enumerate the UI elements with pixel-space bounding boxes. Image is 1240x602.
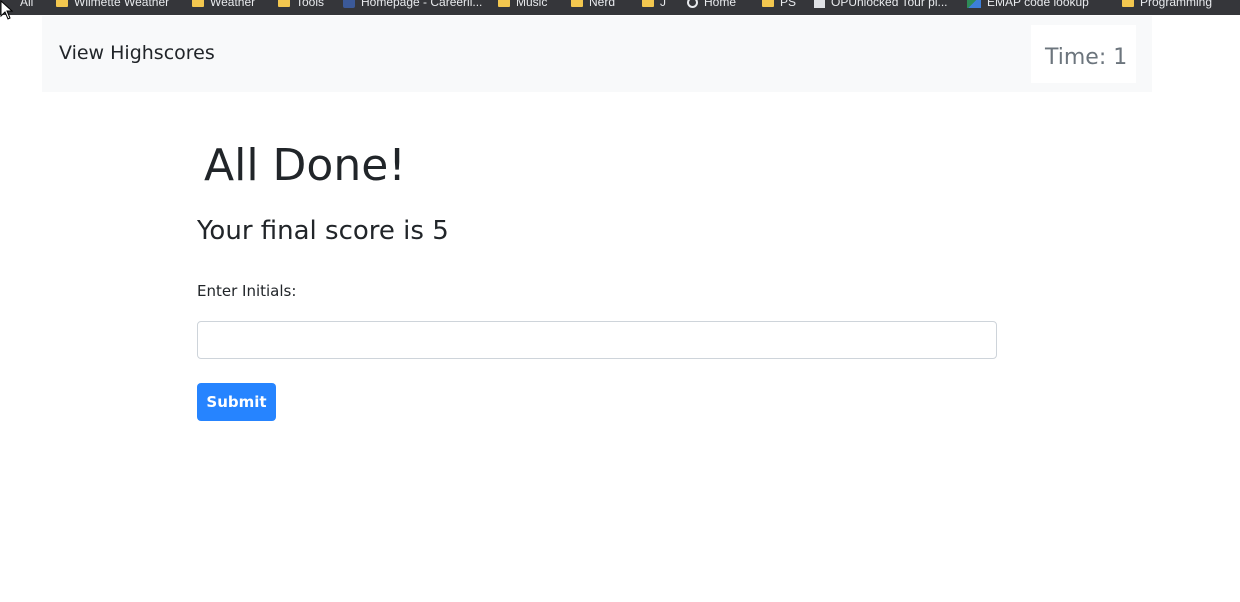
bookmark-label: EMAP code lookup — [987, 0, 1089, 9]
folder-icon — [762, 0, 774, 7]
navbar: View Highscores Time: 1 — [42, 16, 1152, 92]
bookmark-emap[interactable]: EMAP code lookup — [967, 0, 1089, 9]
bookmark-homepage[interactable]: Homepage - Careerli... — [343, 0, 482, 9]
folder-icon — [498, 0, 510, 7]
facebook-icon — [343, 0, 355, 8]
bookmark-label: OPUnlocked Tour pi... — [831, 0, 948, 9]
final-score-text: Your final score is 5 — [197, 216, 449, 246]
bookmark-home[interactable]: Home — [687, 0, 736, 9]
bookmark-weather[interactable]: Weather — [192, 0, 255, 9]
bookmark-nerd[interactable]: Nerd — [571, 0, 615, 9]
page-title: All Done! — [204, 140, 406, 191]
bookmark-label: Tools — [296, 0, 325, 9]
timer-text: Time: 1 — [1045, 45, 1128, 70]
bookmark-tools[interactable]: Tools — [278, 0, 324, 9]
bookmark-opunlocked[interactable]: OPUnlocked Tour pi... — [814, 0, 948, 9]
bookmark-label: J — [660, 0, 666, 9]
bookmark-label: Nerd — [589, 0, 616, 9]
folder-icon — [1122, 0, 1134, 7]
bookmark-all[interactable]: All — [20, 0, 33, 9]
bookmark-label: Wilmette Weather — [74, 0, 170, 9]
bookmarks-bar: All Wilmette Weather Weather Tools Homep… — [0, 0, 1240, 15]
bookmark-label: All — [20, 0, 34, 9]
bookmark-j[interactable]: J — [642, 0, 666, 9]
folder-icon — [56, 0, 68, 7]
bookmark-label: Programming — [1140, 0, 1213, 9]
globe-icon — [687, 0, 698, 8]
bookmark-label: PS — [780, 0, 797, 9]
bookmark-wilmette-weather[interactable]: Wilmette Weather — [56, 0, 169, 9]
mouse-cursor-icon — [0, 0, 14, 20]
folder-icon — [192, 0, 204, 7]
bookmark-label: Weather — [210, 0, 256, 9]
initials-input[interactable] — [197, 321, 997, 359]
submit-button[interactable]: Submit — [197, 383, 276, 421]
folder-icon — [571, 0, 583, 7]
bookmark-label: Homepage - Careerli... — [361, 0, 483, 9]
timer-box: Time: 1 — [1031, 25, 1136, 83]
bookmark-label: Music — [516, 0, 548, 9]
bookmark-ps[interactable]: PS — [762, 0, 796, 9]
bookmark-programming[interactable]: Programming — [1122, 0, 1212, 9]
bookmark-label: Home — [704, 0, 737, 9]
page-icon — [814, 0, 825, 8]
bookmark-music[interactable]: Music — [498, 0, 547, 9]
folder-icon — [278, 0, 290, 7]
view-highscores-link[interactable]: View Highscores — [59, 42, 215, 64]
folder-icon — [642, 0, 654, 7]
initials-label: Enter Initials: — [197, 282, 297, 300]
map-icon — [967, 0, 981, 8]
